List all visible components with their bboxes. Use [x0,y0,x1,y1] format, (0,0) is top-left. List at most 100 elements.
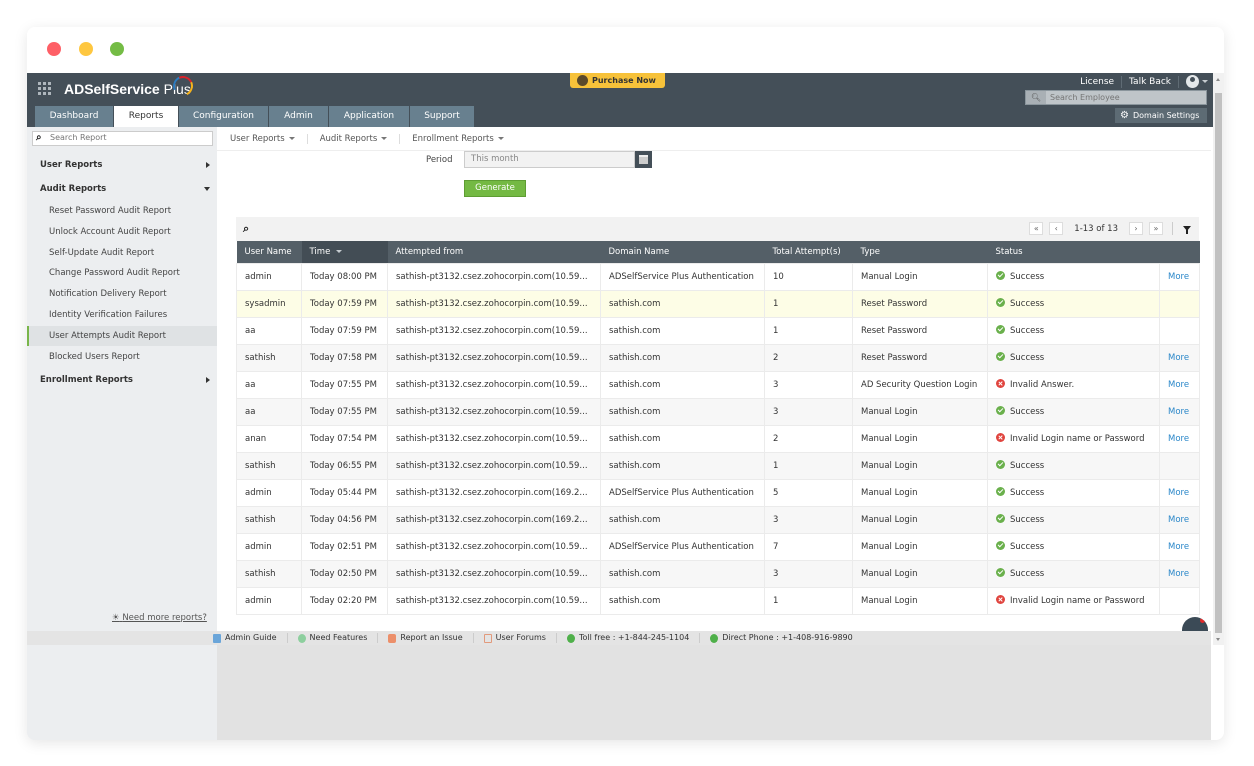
purchase-now-button[interactable]: Purchase Now [570,73,665,88]
table-row[interactable]: sathish Today 04:56 PM sathish-pt3132.csez… [236,505,1200,534]
tab-application[interactable]: Application [329,106,409,127]
cell-status: Success [987,478,1160,507]
table-row[interactable]: admin Today 02:51 PM sathish-pt3132.csez.z… [236,532,1200,561]
domain-settings-button[interactable]: ⚙ Domain Settings [1115,108,1207,123]
footer-link-report-an-issue[interactable]: Report an Issue [378,633,474,643]
more-link[interactable]: More [1159,397,1200,426]
first-page-button[interactable]: « [1029,222,1044,235]
column-header-actions[interactable] [1159,241,1200,263]
report-search-input[interactable] [50,133,200,142]
license-link[interactable]: License [1073,75,1123,88]
table-row[interactable]: aa Today 07:59 PM sathish-pt3132.csez.zoho… [236,316,1200,345]
table-row[interactable]: admin Today 08:00 PM sathish-pt3132.csez.z… [236,262,1200,291]
filter-icon[interactable] [1183,226,1191,234]
status-text: Success [1010,326,1045,336]
footer-link-toll-free[interactable]: Toll free : +1-844-245-1104 [557,633,701,643]
maximize-window-button[interactable] [110,42,124,56]
more-link[interactable]: More [1159,478,1200,507]
sidebar-item-identity-verification-failures[interactable]: Identity Verification Failures [27,305,217,325]
forum-icon [483,633,492,643]
more-link[interactable]: More [1159,424,1200,453]
table-row[interactable]: sathish Today 07:58 PM sathish-pt3132.csez… [236,343,1200,372]
cell-attempts: 1 [764,586,853,615]
column-header-time[interactable]: Time [301,241,388,263]
column-header-type[interactable]: Type [852,241,988,263]
main-tabs: Dashboard Reports Configuration Admin Applic… [35,106,475,127]
next-page-button[interactable]: › [1129,222,1143,235]
sidebar-group-enrollment-reports[interactable]: Enrollment Reports [40,375,210,385]
tab-admin[interactable]: Admin [269,106,328,127]
subnav-audit-reports[interactable]: Audit Reports [320,133,401,144]
cell-type: Reset Password [852,289,988,318]
footer-link-direct-phone[interactable]: Direct Phone : +1-408-916-9890 [700,633,862,643]
more-link[interactable]: More [1159,505,1200,534]
table-row[interactable]: sathish Today 06:55 PM sathish-pt3132.csez… [236,451,1200,480]
lightbulb-icon: ☀ [112,613,120,623]
calendar-icon[interactable] [635,151,652,168]
app-logo[interactable]: ADSelfService Plus [64,81,191,97]
user-avatar-icon[interactable] [1186,75,1199,88]
table-row[interactable]: sysadmin Today 07:59 PM sathish-pt3132.cse… [236,289,1200,318]
scroll-up-icon[interactable] [1216,78,1220,81]
table-search-icon[interactable]: ⌕ [243,222,249,236]
table-row[interactable]: admin Today 02:20 PM sathish-pt3132.csez.z… [236,586,1200,615]
sidebar-group-audit-reports[interactable]: Audit Reports [40,184,210,194]
prev-page-button[interactable]: ‹ [1049,222,1064,235]
sidebar-item-user-attempts-audit-report[interactable]: User Attempts Audit Report [27,325,217,346]
app-grid-icon[interactable] [38,82,52,95]
employee-search-input[interactable] [1046,93,1196,102]
period-input[interactable]: This month [464,151,635,168]
footer-link-need-features[interactable]: Need Features [288,633,379,643]
sidebar-item-reset-password-audit-report[interactable]: Reset Password Audit Report [27,201,217,221]
vertical-scrollbar[interactable] [1213,73,1224,645]
tab-reports[interactable]: Reports [114,106,178,127]
column-header-total-attempt-s-[interactable]: Total Attempt(s) [764,241,853,263]
last-page-button[interactable]: » [1149,222,1163,235]
sidebar-group-user-reports[interactable]: User Reports [40,160,210,170]
chat-widget-icon[interactable] [1182,617,1208,631]
more-link[interactable]: More [1159,559,1200,588]
tab-dashboard[interactable]: Dashboard [35,106,113,127]
subnav-user-reports[interactable]: User Reports [230,133,308,144]
more-link[interactable]: More [1159,343,1200,372]
sidebar-item-self-update-audit-report[interactable]: Self-Update Audit Report [27,243,217,263]
table-row[interactable]: admin Today 05:44 PM sathish-pt3132.csez.z… [236,478,1200,507]
column-header-user-name[interactable]: User Name [236,241,302,263]
table-row[interactable]: aa Today 07:55 PM sathish-pt3132.csez.zoho… [236,370,1200,399]
more-link[interactable]: More [1159,262,1200,291]
cell-time: Today 07:59 PM [301,316,388,345]
generate-button[interactable]: Generate [464,180,526,197]
subnav-enrollment-reports[interactable]: Enrollment Reports [412,134,516,144]
talk-back-link[interactable]: Talk Back [1122,75,1179,88]
tab-support[interactable]: Support [410,106,474,127]
sidebar-item-unlock-account-audit-report[interactable]: Unlock Account Audit Report [27,222,217,242]
column-header-domain-name[interactable]: Domain Name [600,241,765,263]
table-row[interactable]: sathish Today 02:50 PM sathish-pt3132.csez… [236,559,1200,588]
cell-domain: sathish.com [600,397,765,426]
column-header-status[interactable]: Status [987,241,1160,263]
scrollbar-thumb[interactable] [1215,93,1222,633]
cell-user: admin [236,532,302,561]
table-row[interactable]: anan Today 07:54 PM sathish-pt3132.csez.zo… [236,424,1200,453]
search-icon[interactable]: 🔍︎ [1026,91,1046,104]
tab-configuration[interactable]: Configuration [179,106,268,127]
scroll-down-icon[interactable] [1216,638,1220,641]
more-link[interactable]: More [1159,532,1200,561]
cell-user: sathish [236,505,302,534]
subnav-label: Enrollment Reports [412,133,494,144]
sidebar-item-change-password-audit-report[interactable]: Change Password Audit Report [27,263,217,283]
need-more-reports-link[interactable]: ☀ Need more reports? [112,613,207,623]
more-link[interactable]: More [1159,370,1200,399]
sidebar-item-blocked-users-report[interactable]: Blocked Users Report [27,347,217,367]
sidebar-item-notification-delivery-report[interactable]: Notification Delivery Report [27,284,217,304]
footer-link-user-forums[interactable]: User Forums [474,633,557,643]
footer-link-admin-guide[interactable]: Admin Guide [203,633,288,643]
chevron-down-icon[interactable] [1202,80,1208,83]
close-window-button[interactable] [47,42,61,56]
more-link [1159,451,1200,480]
cell-domain: sathish.com [600,424,765,453]
column-header-attempted-from[interactable]: Attempted from [387,241,601,263]
minimize-window-button[interactable] [79,42,93,56]
cell-from: sathish-pt3132.csez.zohocorpin.com(10.59… [387,559,601,588]
table-row[interactable]: aa Today 07:55 PM sathish-pt3132.csez.zoho… [236,397,1200,426]
